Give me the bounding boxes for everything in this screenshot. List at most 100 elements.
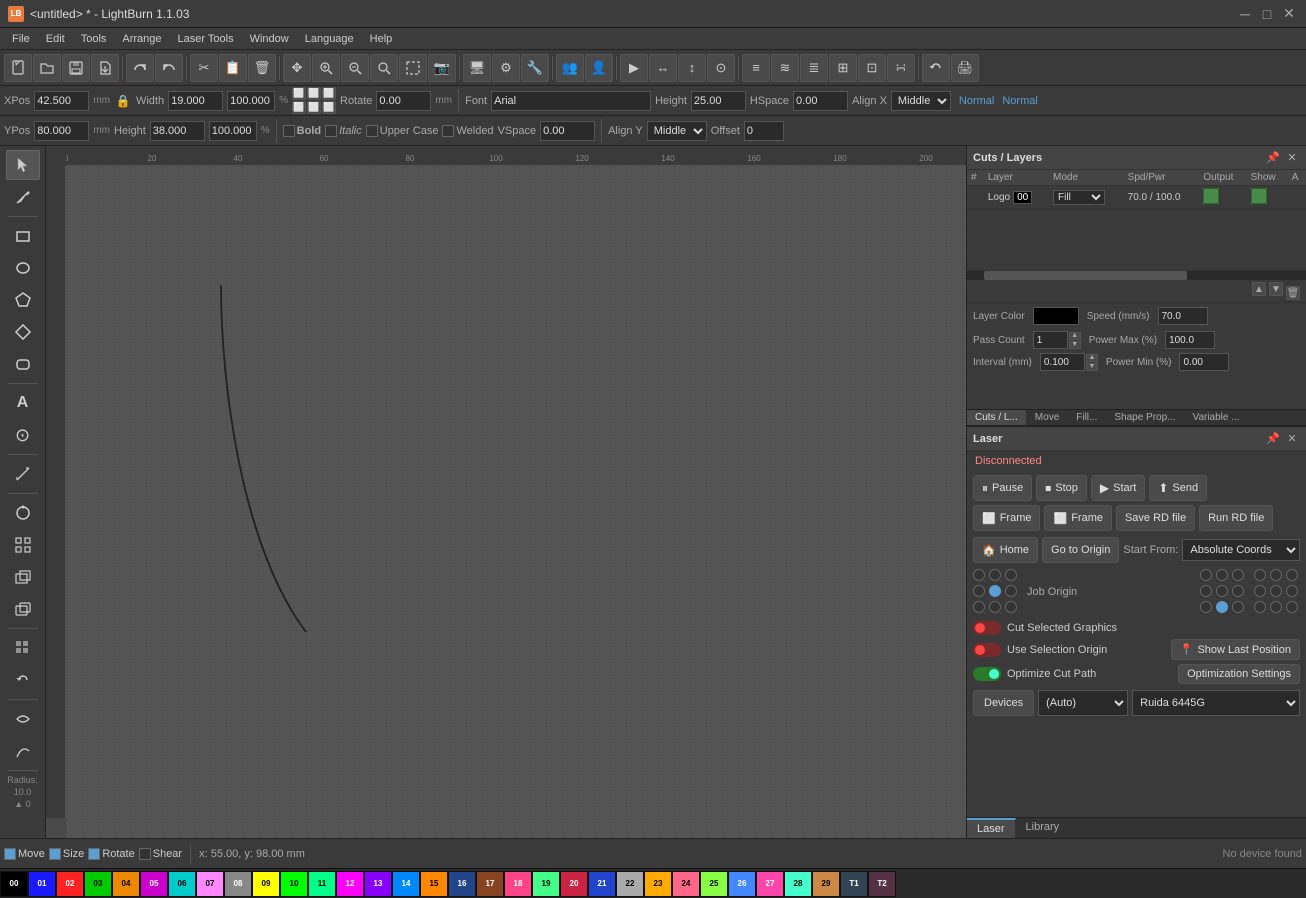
palette-color-T2[interactable]: T2 (868, 871, 896, 897)
shear-checkbox[interactable] (139, 848, 151, 860)
layer-mode[interactable]: Fill (1049, 186, 1124, 210)
zoom-sel-button[interactable] (370, 54, 398, 82)
snap-btn2[interactable]: ⬜ (307, 87, 321, 100)
origin2-tr[interactable] (1232, 569, 1244, 581)
palette-color-11[interactable]: 11 (308, 871, 336, 897)
origin-tr[interactable] (1005, 569, 1017, 581)
triangle-tool[interactable] (6, 317, 40, 347)
tab-move[interactable]: Move (1027, 410, 1068, 425)
open-button[interactable] (33, 54, 61, 82)
layer-show[interactable] (1247, 186, 1288, 210)
move-checkbox[interactable] (4, 848, 16, 860)
warp-tool[interactable] (6, 704, 40, 734)
start-from-select[interactable]: Absolute Coords (1182, 539, 1300, 561)
maximize-button[interactable]: □ (1258, 5, 1276, 23)
palette-color-15[interactable]: 15 (420, 871, 448, 897)
offset-input[interactable] (744, 121, 784, 141)
xpos-input[interactable] (34, 91, 89, 111)
palette-color-20[interactable]: 20 (560, 871, 588, 897)
mode-select[interactable]: Fill (1053, 190, 1105, 205)
text-tool[interactable]: A (6, 388, 40, 418)
tab-shape[interactable]: Shape Prop... (1106, 410, 1184, 425)
origin3-mr[interactable] (1286, 585, 1298, 597)
flip-v-button[interactable]: ↕ (678, 54, 706, 82)
cuts-hscroll[interactable] (967, 270, 1306, 280)
speed-input[interactable] (1158, 307, 1208, 325)
origin2-mr[interactable] (1232, 585, 1244, 597)
origin3-bc[interactable] (1270, 601, 1282, 613)
interval-down-btn[interactable]: ▼ (1086, 363, 1098, 371)
start-button[interactable]: ▶ Start (1091, 475, 1145, 501)
palette-color-21[interactable]: 21 (588, 871, 616, 897)
palette-color-12[interactable]: 12 (336, 871, 364, 897)
laser-panel-pin[interactable]: 📌 (1265, 431, 1281, 447)
align2-button[interactable]: ≋ (771, 54, 799, 82)
vspace-input[interactable] (540, 121, 595, 141)
window-controls[interactable]: ─ □ ✕ (1236, 5, 1298, 23)
ruida-select[interactable]: Ruida 6445G (1132, 690, 1300, 716)
frame-sel-button[interactable] (399, 54, 427, 82)
circle-tool[interactable] (6, 498, 40, 528)
zoom-out-button[interactable] (341, 54, 369, 82)
send-button[interactable]: ⬆ Send (1149, 475, 1207, 501)
layer-color-swatch[interactable] (1033, 307, 1079, 325)
home-button[interactable]: 🏠 Home (973, 537, 1038, 563)
bold-checkbox[interactable] (283, 125, 295, 137)
snap-btn5[interactable]: ⬜ (307, 101, 321, 114)
snap-btn4[interactable]: ⬜ (292, 101, 306, 114)
palette-color-08[interactable]: 08 (224, 871, 252, 897)
canvas[interactable] (66, 166, 966, 838)
tab-cuts[interactable]: Cuts / L... (967, 410, 1027, 425)
dots-button[interactable]: ∺ (887, 54, 915, 82)
cuts-table-scroll[interactable]: # Layer Mode Spd/Pwr Output Show A (967, 170, 1306, 270)
width-pct-input[interactable] (227, 91, 275, 111)
origin2-tc[interactable] (1216, 569, 1228, 581)
select-tool[interactable] (6, 150, 40, 180)
move-tool[interactable]: ✥ (283, 54, 311, 82)
cuts-up-button[interactable]: ▲ (1252, 282, 1266, 296)
palette-color-24[interactable]: 24 (672, 871, 700, 897)
palette-color-02[interactable]: 02 (56, 871, 84, 897)
menu-language[interactable]: Language (297, 31, 362, 47)
show-last-position-button[interactable]: 📍 Show Last Position (1171, 639, 1300, 660)
menu-window[interactable]: Window (242, 31, 297, 47)
palette-color-27[interactable]: 27 (756, 871, 784, 897)
table-row[interactable]: Logo 00 Fill 70.0 (967, 186, 1306, 210)
grid1-button[interactable]: ⊞ (829, 54, 857, 82)
show-toggle[interactable] (1251, 188, 1267, 204)
origin2-bl[interactable] (1200, 601, 1212, 613)
grid2-button[interactable]: ⊡ (858, 54, 886, 82)
width-input[interactable] (168, 91, 223, 111)
origin-tc[interactable] (989, 569, 1001, 581)
menu-edit[interactable]: Edit (38, 31, 73, 47)
palette-color-19[interactable]: 19 (532, 871, 560, 897)
laser-panel-close[interactable]: ✕ (1284, 431, 1300, 447)
output-toggle[interactable] (1203, 188, 1219, 204)
device-select[interactable]: (Auto) (1038, 690, 1128, 716)
cuts-down-button[interactable]: ▼ (1269, 282, 1283, 296)
origin-br[interactable] (1005, 601, 1017, 613)
origin3-mc[interactable] (1270, 585, 1282, 597)
origin-tl[interactable] (973, 569, 985, 581)
palette-color-10[interactable]: 10 (280, 871, 308, 897)
palette-color-09[interactable]: 09 (252, 871, 280, 897)
palette-color-01[interactable]: 01 (28, 871, 56, 897)
power-min-input[interactable] (1179, 353, 1229, 371)
palette-color-28[interactable]: 28 (784, 871, 812, 897)
node-edit-tool[interactable] (6, 530, 40, 560)
ypos-input[interactable] (34, 121, 89, 141)
cut-selected-toggle[interactable] (973, 621, 1001, 635)
devices-button[interactable]: Devices (973, 690, 1034, 716)
palette-color-T1[interactable]: T1 (840, 871, 868, 897)
layer-output[interactable] (1199, 186, 1246, 210)
menu-help[interactable]: Help (362, 31, 401, 47)
tab-fill[interactable]: Fill... (1068, 410, 1106, 425)
origin-mc[interactable] (989, 585, 1001, 597)
palette-color-04[interactable]: 04 (112, 871, 140, 897)
pass-down-btn[interactable]: ▼ (1069, 341, 1081, 349)
subtract-tool[interactable] (6, 562, 40, 592)
origin-bc[interactable] (989, 601, 1001, 613)
flip-h-button[interactable]: ↔ (649, 54, 677, 82)
rect-tool[interactable] (6, 221, 40, 251)
origin-bl[interactable] (973, 601, 985, 613)
